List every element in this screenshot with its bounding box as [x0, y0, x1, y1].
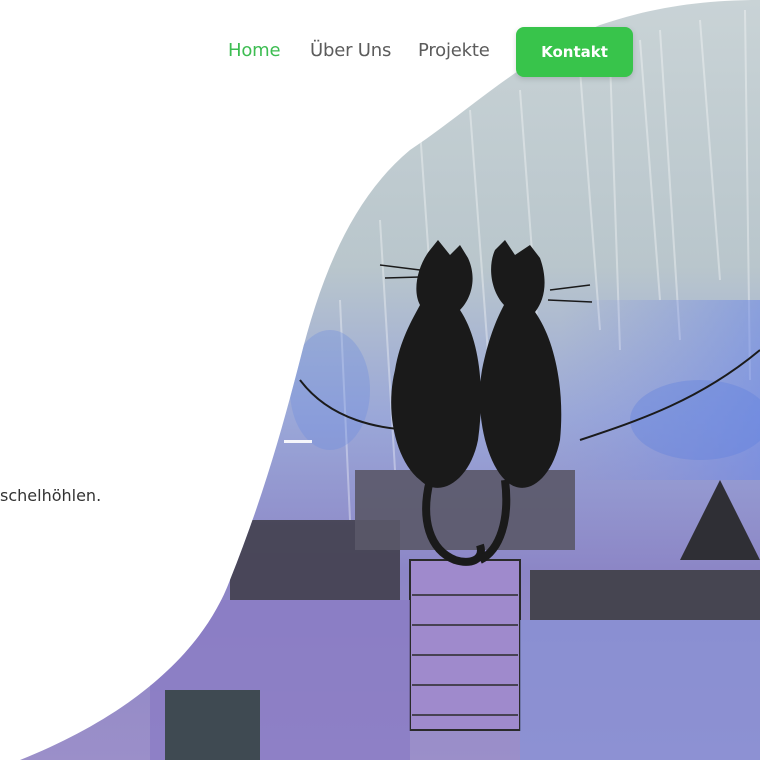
hero-painting-image [20, 0, 760, 760]
main-navigation: Home Über Uns Projekte Kontakt [0, 26, 760, 78]
hero-text-fragment: schelhöhlen. [0, 486, 102, 505]
kontakt-button[interactable]: Kontakt [516, 27, 633, 77]
nav-link-ueber-uns[interactable]: Über Uns [310, 40, 391, 61]
divider-line [284, 440, 312, 443]
nav-link-projekte[interactable]: Projekte [418, 40, 490, 61]
nav-link-home[interactable]: Home [228, 40, 281, 61]
